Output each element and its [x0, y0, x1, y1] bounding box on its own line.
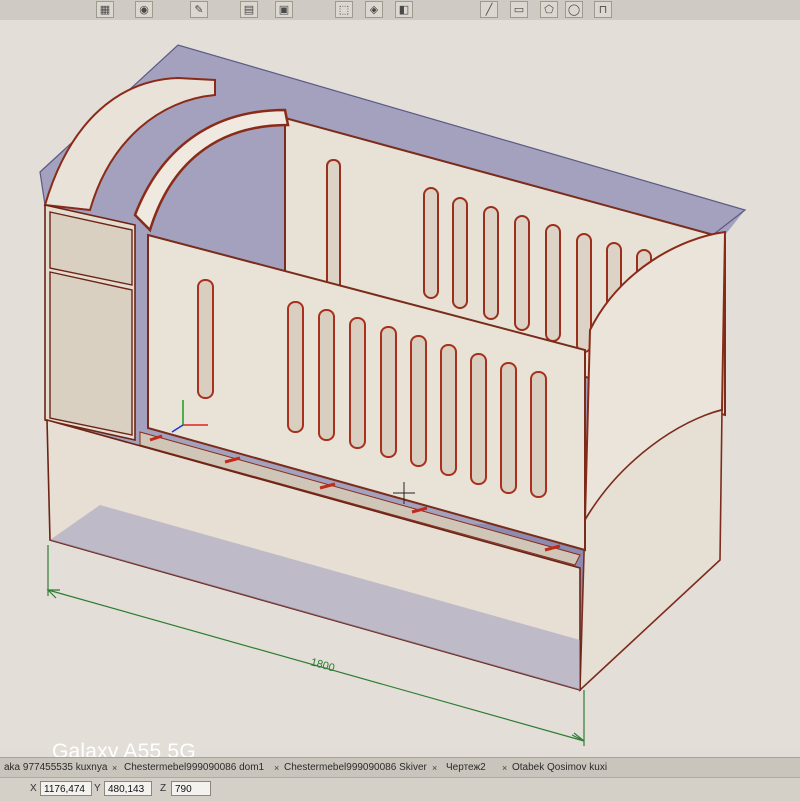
crib-model-drawing: 1800: [39, 44, 747, 746]
z-coordinate-label: Z: [160, 783, 167, 794]
palette-icon[interactable]: ◉: [135, 1, 153, 18]
tab-document-4[interactable]: Чертеж2: [446, 760, 500, 776]
toolbar: ▦ ◉ ✎ ▤ ▣ ⬚ ◈ ◧ ╱ ▭ ⬠ ◯ ⊓: [0, 0, 800, 21]
grid-icon[interactable]: ▦: [96, 1, 114, 18]
y-coordinate-label: Y: [94, 783, 101, 794]
y-coordinate-field[interactable]: 480,143: [104, 781, 152, 796]
cad-viewport[interactable]: 1800 Galaxy A55 5G: [0, 20, 800, 763]
dimension-label: 1800: [309, 656, 336, 674]
shape-tool-icon[interactable]: ⬠: [540, 1, 558, 18]
tab-document-1[interactable]: aka 977455535 kuxnya: [4, 760, 110, 776]
x-coordinate-field[interactable]: 1176,474: [40, 781, 92, 796]
ellipse-tool-icon[interactable]: ◯: [565, 1, 583, 18]
layers-2-icon[interactable]: ◧: [395, 1, 413, 18]
close-icon[interactable]: ×: [432, 760, 442, 776]
tab-document-3[interactable]: Chestermebel999090086 Skiver: [284, 760, 432, 776]
pencil-icon[interactable]: ✎: [190, 1, 208, 18]
x-coordinate-label: X: [30, 783, 37, 794]
paint-icon[interactable]: ◈: [365, 1, 383, 18]
cursor-icon[interactable]: ▣: [275, 1, 293, 18]
select-icon[interactable]: ⬚: [335, 1, 353, 18]
document-tab-bar: aka 977455535 kuxnya × Chestermebel99909…: [0, 757, 800, 778]
tab-document-2[interactable]: Chestermebel999090086 dom1: [124, 760, 272, 776]
line-tool-icon[interactable]: ╱: [480, 1, 498, 18]
layers-icon[interactable]: ▤: [240, 1, 258, 18]
close-icon[interactable]: ×: [502, 760, 512, 776]
close-icon[interactable]: ×: [274, 760, 284, 776]
side-cabinet: [44, 204, 136, 441]
rectangle-tool-icon[interactable]: ▭: [510, 1, 528, 18]
z-coordinate-field[interactable]: 790: [171, 781, 211, 796]
close-icon[interactable]: ×: [112, 760, 122, 776]
frame-tool-icon[interactable]: ⊓: [594, 1, 612, 18]
tab-document-5[interactable]: Otabek Qosimov kuxi: [512, 760, 632, 776]
coordinate-bar: X 1176,474 Y 480,143 Z 790: [0, 777, 800, 801]
